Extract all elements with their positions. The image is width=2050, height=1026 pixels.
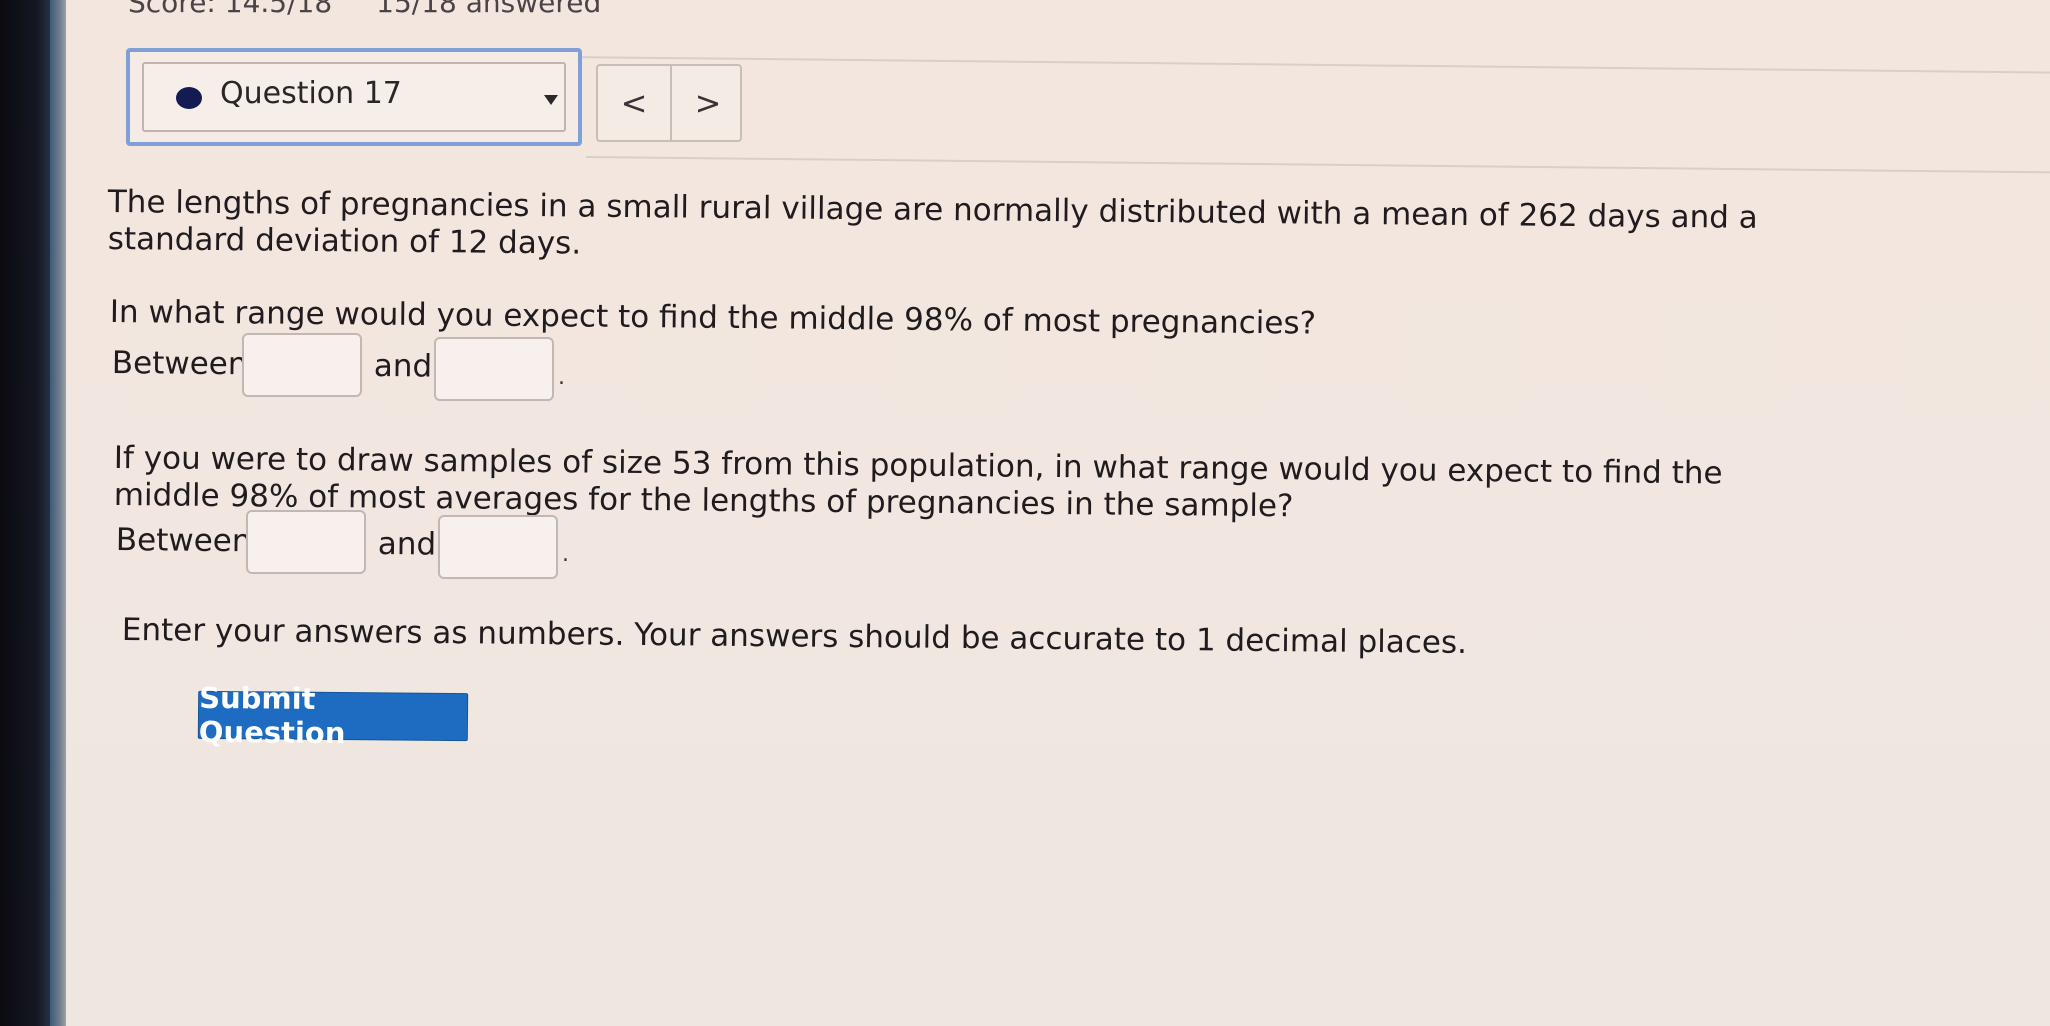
part1-between-label: Between [111, 345, 248, 383]
question-status-dot-icon [176, 87, 202, 109]
part2-upper-bound-input[interactable] [438, 515, 558, 579]
submit-question-button[interactable]: Submit Question [197, 681, 469, 750]
answered-count: 15/18 answered [376, 0, 602, 19]
monitor-bezel [0, 0, 52, 1026]
dropdown-caret-icon [544, 95, 558, 105]
score-text: Score: 14.5/18 [128, 0, 333, 19]
part1-lower-bound-input[interactable] [242, 333, 362, 397]
part2-lower-bound-input[interactable] [246, 510, 366, 574]
part2-between-label: Between [115, 522, 252, 560]
question-nav-buttons: < > [596, 64, 742, 142]
answer-instructions: Enter your answers as numbers. Your answ… [121, 612, 1468, 661]
next-question-button[interactable]: > [672, 66, 744, 140]
part2-period: . [562, 542, 569, 567]
previous-question-button[interactable]: < [598, 66, 672, 140]
question-intro-line-2: standard deviation of 12 days. [107, 221, 582, 262]
question-selector-label: Question 17 [220, 76, 402, 111]
score-status: Score: 14.5/18 15/18 answered [128, 0, 601, 19]
question-selector-dropdown[interactable]: Question 17 [142, 62, 566, 132]
part1-period: . [558, 365, 565, 390]
part1-and-label: and [373, 348, 433, 385]
part2-and-label: and [377, 526, 437, 563]
part1-upper-bound-input[interactable] [434, 337, 554, 401]
assignment-page: Score: 14.5/18 15/18 answered Question 17… [66, 0, 2050, 1026]
divider-middle [585, 156, 2050, 175]
question-selector-focus-ring: Question 17 [126, 48, 582, 146]
